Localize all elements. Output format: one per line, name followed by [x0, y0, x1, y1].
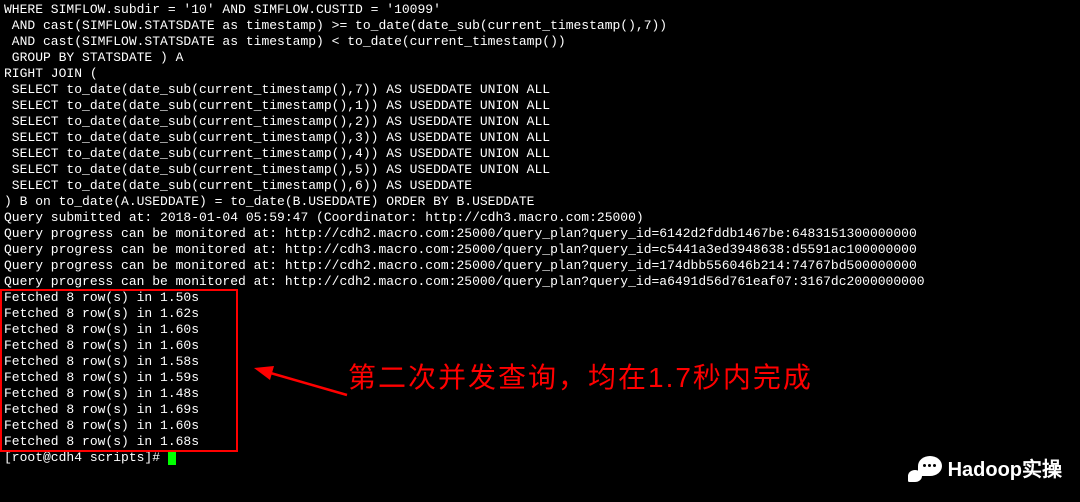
terminal-line: Query submitted at: 2018-01-04 05:59:47 … [4, 210, 1076, 226]
terminal-line: Query progress can be monitored at: http… [4, 226, 1076, 242]
terminal-line: AND cast(SIMFLOW.STATSDATE as timestamp)… [4, 18, 1076, 34]
terminal-line: AND cast(SIMFLOW.STATSDATE as timestamp)… [4, 34, 1076, 50]
terminal-line: Fetched 8 row(s) in 1.50s [4, 290, 1076, 306]
terminal-line: Query progress can be monitored at: http… [4, 258, 1076, 274]
terminal-line: SELECT to_date(date_sub(current_timestam… [4, 130, 1076, 146]
terminal-line: SELECT to_date(date_sub(current_timestam… [4, 162, 1076, 178]
terminal-line: SELECT to_date(date_sub(current_timestam… [4, 82, 1076, 98]
wechat-icon [908, 456, 942, 484]
terminal-output: WHERE SIMFLOW.subdir = '10' AND SIMFLOW.… [0, 0, 1080, 468]
terminal-line: Fetched 8 row(s) in 1.60s [4, 418, 1076, 434]
terminal-line: SELECT to_date(date_sub(current_timestam… [4, 98, 1076, 114]
terminal-line: Query progress can be monitored at: http… [4, 274, 1076, 290]
terminal-line: Fetched 8 row(s) in 1.60s [4, 322, 1076, 338]
terminal-line: Fetched 8 row(s) in 1.68s [4, 434, 1076, 450]
watermark-text: Hadoop实操 [948, 462, 1062, 478]
terminal-line: WHERE SIMFLOW.subdir = '10' AND SIMFLOW.… [4, 2, 1076, 18]
terminal-line: Fetched 8 row(s) in 1.69s [4, 402, 1076, 418]
terminal-line: Fetched 8 row(s) in 1.60s [4, 338, 1076, 354]
cursor [168, 451, 176, 465]
terminal-line: SELECT to_date(date_sub(current_timestam… [4, 178, 1076, 194]
annotation-text: 第二次并发查询，均在1.7秒内完成 [348, 370, 813, 386]
terminal-line: ) B on to_date(A.USEDDATE) = to_date(B.U… [4, 194, 1076, 210]
terminal-line: RIGHT JOIN ( [4, 66, 1076, 82]
terminal-line: Query progress can be monitored at: http… [4, 242, 1076, 258]
watermark: Hadoop实操 [908, 456, 1062, 484]
terminal-line: Fetched 8 row(s) in 1.62s [4, 306, 1076, 322]
terminal-line: SELECT to_date(date_sub(current_timestam… [4, 114, 1076, 130]
terminal-line: SELECT to_date(date_sub(current_timestam… [4, 146, 1076, 162]
terminal-line: GROUP BY STATSDATE ) A [4, 50, 1076, 66]
